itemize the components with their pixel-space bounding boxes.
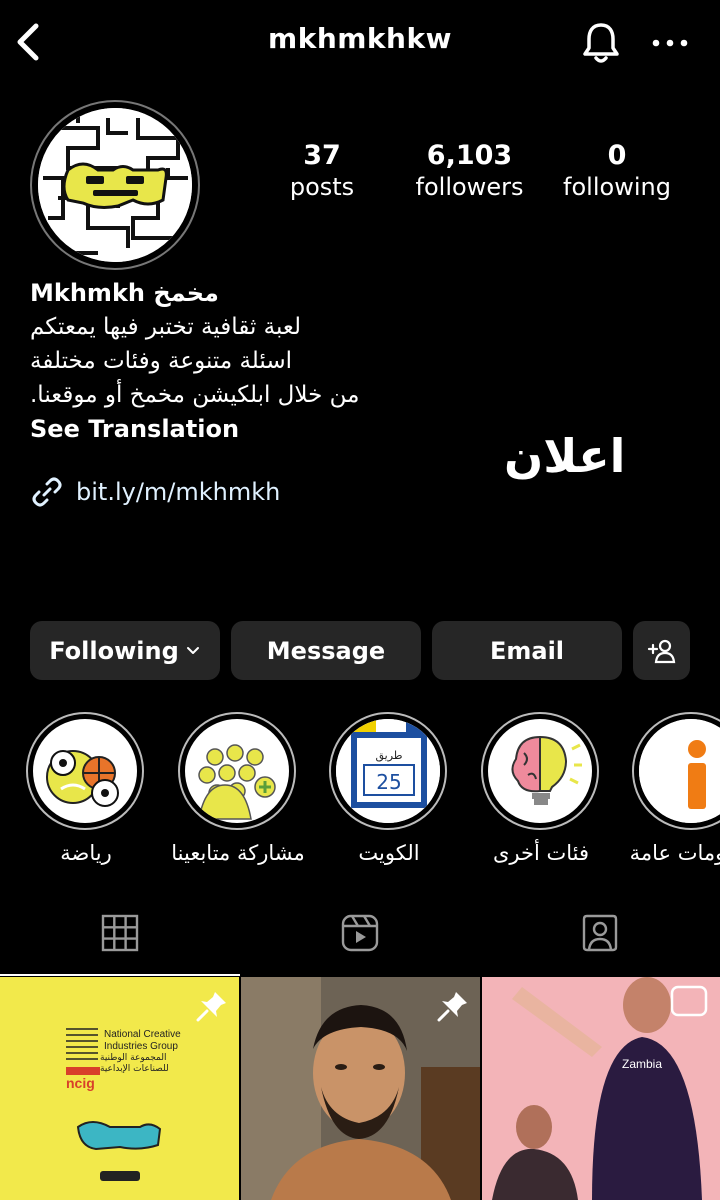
sports-balls-icon	[33, 719, 137, 823]
pin-icon	[196, 992, 226, 1022]
bio-text: لعبة ثقافية تختبر فيها يمعتكم اسئلة متنو…	[30, 310, 410, 412]
bio-line: من خلال ابلكيشن مخمخ أو موقعنا.	[30, 382, 360, 408]
brain-bulb-icon	[488, 719, 592, 823]
highlight-ring: طريق 25	[329, 712, 447, 830]
info-icon	[639, 719, 720, 823]
highlight-ring	[178, 712, 296, 830]
highlight-followers-share[interactable]: مشاركة متابعينا	[171, 712, 305, 865]
highlight-general-info[interactable]: معلومات عامة	[630, 712, 720, 865]
followers-label: followers	[415, 173, 524, 201]
post-brand: ncig	[66, 1075, 95, 1091]
profile-bio: Mkhmkh مخمخ لعبة ثقافية تختبر فيها يمعتك…	[30, 276, 410, 412]
add-person-icon	[647, 639, 675, 663]
profile-stats: 37 posts 6,103 followers 0 following	[250, 140, 700, 210]
posts-grid: National Creative Industries Group المجم…	[0, 977, 720, 1200]
link-chain-icon	[32, 477, 62, 507]
street-sign-icon: طريق 25	[336, 719, 440, 823]
post-caption-en: National Creative Industries Group	[104, 1029, 181, 1052]
ad-label: اعلان	[504, 429, 626, 483]
posts-label: posts	[289, 173, 355, 201]
more-dots-icon	[652, 39, 688, 47]
bio-line: لعبة ثقافية تختبر فيها يمعتكم	[30, 314, 302, 340]
crowd-icon	[185, 719, 289, 823]
post-tile[interactable]	[241, 977, 480, 1200]
stat-following[interactable]: 0 following	[552, 140, 682, 202]
message-button[interactable]: Message	[231, 621, 421, 680]
svg-text:طريق: طريق	[375, 749, 402, 763]
highlight-sports[interactable]: رياضة	[26, 712, 146, 865]
email-button-label: Email	[489, 636, 565, 665]
highlight-label: معلومات عامة	[629, 841, 720, 865]
chevron-down-icon	[186, 646, 199, 654]
profile-avatar[interactable]	[30, 100, 200, 270]
bell-icon	[583, 23, 619, 63]
svg-text:25: 25	[376, 770, 401, 794]
top-bar: mkhmkhkw	[0, 0, 720, 84]
stat-posts[interactable]: 37 posts	[272, 140, 372, 202]
post-tile[interactable]: National Creative Industries Group المجم…	[0, 977, 239, 1200]
post-shirt-text: Zambia	[622, 1057, 663, 1071]
email-button[interactable]: Email	[432, 621, 622, 680]
post-caption-ar: المجموعة الوطنية للصناعات الإبداعية	[100, 1053, 169, 1074]
message-button-label: Message	[266, 636, 386, 665]
profile-display-name: Mkhmkh مخمخ	[30, 279, 219, 307]
highlight-ring	[481, 712, 599, 830]
highlight-ring	[26, 712, 144, 830]
pin-icon	[437, 992, 467, 1022]
tagged-person-icon	[582, 914, 618, 952]
followers-count: 6,103	[426, 140, 513, 171]
following-button[interactable]: Following	[30, 621, 220, 680]
grid-icon	[101, 914, 139, 952]
following-button-label: Following	[49, 636, 179, 665]
post-tile[interactable]: Zambia	[482, 977, 720, 1200]
suggested-users-button[interactable]	[633, 621, 690, 680]
bio-link[interactable]: bit.ly/m/mkhmkh	[30, 474, 280, 510]
profile-tabs	[0, 890, 720, 976]
reels-tab[interactable]	[240, 890, 480, 976]
highlight-ring	[632, 712, 720, 830]
highlight-other-categories[interactable]: فئات أخرى	[481, 712, 601, 865]
following-count: 0	[607, 140, 627, 171]
grid-tab[interactable]	[0, 890, 240, 976]
notifications-button[interactable]	[578, 20, 624, 66]
more-options-button[interactable]	[648, 26, 692, 60]
tagged-tab[interactable]	[480, 890, 720, 976]
see-translation-link[interactable]: See Translation	[30, 412, 239, 446]
following-label: following	[563, 173, 671, 201]
highlight-kuwait[interactable]: طريق 25 الكويت	[329, 712, 449, 865]
active-tab-indicator	[0, 974, 240, 976]
bio-line: اسئلة متنوعة وفئات مختلفة	[30, 348, 293, 374]
avatar-logo-image	[38, 108, 192, 262]
reels-icon	[341, 914, 379, 952]
bio-link-text[interactable]: bit.ly/m/mkhmkh	[76, 478, 280, 506]
posts-count: 37	[303, 140, 341, 171]
stat-followers[interactable]: 6,103 followers	[402, 140, 537, 202]
